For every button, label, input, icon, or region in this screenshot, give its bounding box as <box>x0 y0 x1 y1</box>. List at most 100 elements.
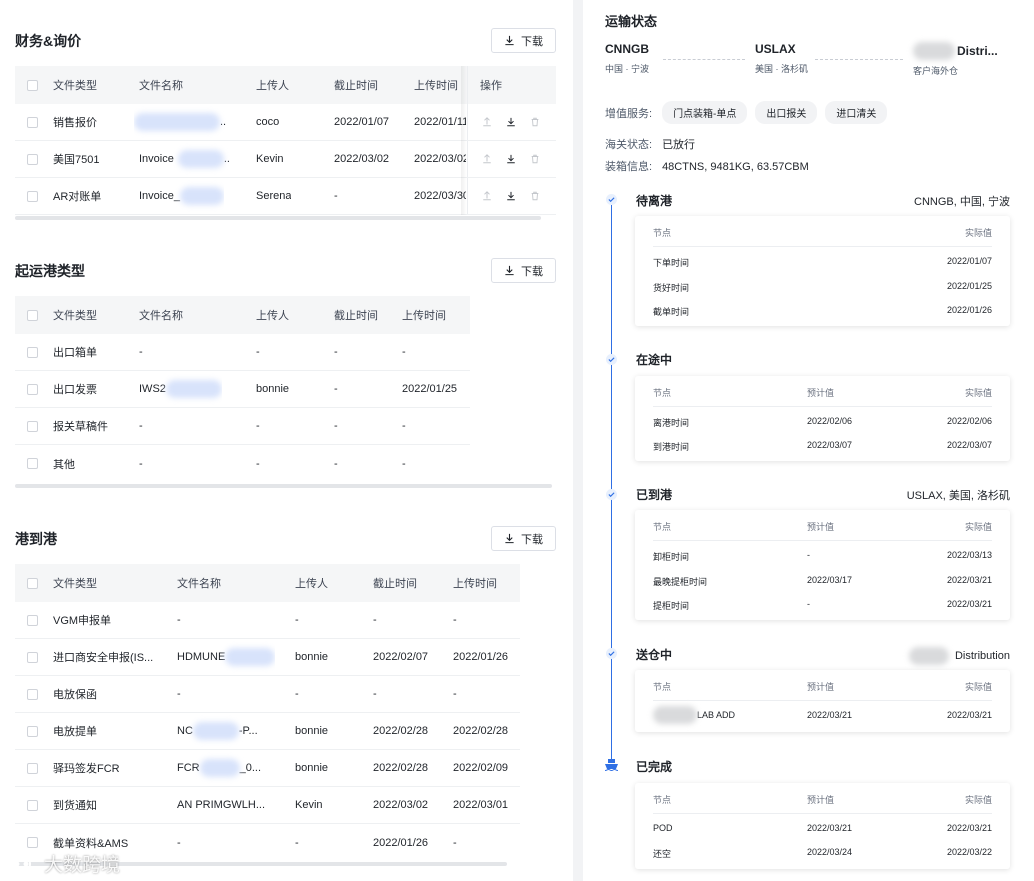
stage-card: 节点 实际值 下单时间 2022/01/07 货好时间 2022/01/25 截单时间… <box>635 216 1010 326</box>
table-row: 出口发票 IWS2 bonnie - 2022/01/25 <box>15 371 470 408</box>
service-tag: 出口报关 <box>755 101 818 124</box>
stage-card: 节点 预计值 实际值 LAB ADD 2022/03/21 2022/03/21 <box>635 670 1010 732</box>
table-row: 进口商安全申报(IS... HDMUNE bonnie 2022/02/07 2… <box>15 639 520 676</box>
stage-name: 在途中 <box>636 353 673 367</box>
file-link[interactable]: AN PRIMGWLH... <box>177 787 265 823</box>
col-header-name: 文件名称 <box>139 80 183 92</box>
row-checkbox[interactable] <box>27 725 38 737</box>
node-row: 下单时间 2022/01/07 <box>653 256 992 268</box>
row-checkbox[interactable] <box>27 346 38 358</box>
node-row: 离港时间 2022/02/06 2022/02/06 <box>653 416 992 428</box>
col-header-deadline: 截止时间 <box>334 80 378 92</box>
row-checkbox[interactable] <box>27 116 38 128</box>
transport-status-panel: 运输状态 CNNGB 中国 · 宁波 USLAX 美国 · 洛杉矶 Distri… <box>583 0 1034 881</box>
stage-name: 送仓中 <box>636 648 673 662</box>
stage-location: Distribution <box>908 647 1010 665</box>
stage-location: CNNGB, 中国, 宁波 <box>914 196 1010 208</box>
row-checkbox[interactable] <box>27 688 38 700</box>
table-row: 电放提单 NC -P... bonnie 2022/02/28 2022/02/2… <box>15 713 520 750</box>
file-link[interactable]: FCR _0... <box>177 750 261 786</box>
section-title-arrival: 港到港 <box>15 531 57 547</box>
download-icon <box>505 35 514 46</box>
arrival-table: 文件类型 文件名称 上传人 截止时间 上传时间 VGM申报单 - - - - 进… <box>15 564 556 870</box>
row-checkbox[interactable] <box>27 651 38 663</box>
node-row: 还空 2022/03/24 2022/03/22 <box>653 847 992 859</box>
row-actions <box>467 104 556 140</box>
finance-download-button[interactable]: 下载 <box>491 28 556 53</box>
destination-port: USLAX 美国 · 洛杉矶 <box>755 42 808 74</box>
delete-icon[interactable] <box>530 191 540 201</box>
service-tag: 门点装箱-单点 <box>662 101 748 124</box>
node-row: 货好时间 2022/01/25 <box>653 281 992 293</box>
download-icon[interactable] <box>506 191 516 201</box>
section-title-origin: 起运港类型 <box>15 263 85 279</box>
table-row: AR对账单 Invoice_ Serena - 2022/03/30 <box>15 178 556 215</box>
col-header-uploaded: 上传时间 <box>414 80 458 92</box>
file-link[interactable]: .. <box>134 104 226 140</box>
table-row: 出口箱单 - - - - <box>15 334 470 371</box>
select-all-checkbox[interactable] <box>27 309 38 321</box>
stage-name: 已完成 <box>636 760 673 774</box>
table-row: VGM申报单 - - - - <box>15 602 520 639</box>
documents-panel: 财务&询价 下载 文件类型 文件名称 上传人 截止时间 上传时间 操作 销售报价… <box>0 0 573 881</box>
upload-icon[interactable] <box>482 117 492 127</box>
node-row: 到港时间 2022/03/07 2022/03/07 <box>653 440 992 452</box>
download-icon <box>505 265 514 276</box>
row-checkbox[interactable] <box>27 153 38 165</box>
row-checkbox[interactable] <box>27 837 38 848</box>
finance-table: 文件类型 文件名称 上传人 截止时间 上传时间 操作 销售报价 .. coco … <box>15 66 556 222</box>
file-link[interactable]: IWS2 <box>139 371 222 407</box>
table-row: 驿玛签发FCR FCR _0... bonnie 2022/02/28 2022/… <box>15 750 520 787</box>
panel-title: 运输状态 <box>605 14 658 29</box>
arrival-download-button[interactable]: 下载 <box>491 526 556 551</box>
table-row: 销售报价 .. coco 2022/01/07 2022/01/11 <box>15 104 556 141</box>
delete-icon[interactable] <box>530 154 540 164</box>
row-checkbox[interactable] <box>27 383 38 395</box>
table-row: 美国7501 Invoice.. Kevin 2022/03/02 2022/0… <box>15 141 556 178</box>
service-tag: 进口清关 <box>825 101 888 124</box>
file-link[interactable]: HDMUNE <box>177 639 276 675</box>
stage-card: 节点 预计值 实际值 离港时间 2022/02/06 2022/02/06 到港时间 20… <box>635 376 1010 461</box>
horizontal-scrollbar[interactable] <box>15 484 552 488</box>
stage-location: USLAX, 美国, 洛杉矶 <box>906 490 1010 502</box>
ship-icon <box>604 758 619 772</box>
horizontal-scrollbar[interactable] <box>15 216 541 220</box>
stage-card: 节点 预计值 实际值 POD 2022/03/21 2022/03/21 还空 2022/… <box>635 783 1010 869</box>
check-icon <box>606 354 617 365</box>
table-row: 电放保函 - - - - <box>15 676 520 713</box>
row-actions <box>467 141 556 177</box>
upload-icon[interactable] <box>482 154 492 164</box>
row-checkbox[interactable] <box>27 420 38 432</box>
watermark-logo-icon <box>11 854 32 873</box>
select-all-checkbox[interactable] <box>27 79 38 91</box>
row-checkbox[interactable] <box>27 614 38 626</box>
check-icon <box>606 648 617 659</box>
origin-port: CNNGB 中国 · 宁波 <box>605 42 649 74</box>
check-icon <box>606 489 617 500</box>
upload-icon[interactable] <box>482 191 492 201</box>
row-checkbox[interactable] <box>27 762 38 774</box>
section-title-finance: 财务&询价 <box>15 33 82 49</box>
row-checkbox[interactable] <box>27 799 38 811</box>
file-link[interactable]: NC -P... <box>177 713 258 749</box>
file-link[interactable]: Invoice.. <box>139 141 230 177</box>
file-link[interactable]: Invoice_ <box>139 178 224 214</box>
final-warehouse: Distri... 客户海外仓 <box>913 42 998 76</box>
node-row: 卸柜时间 -2022/03/13 <box>653 550 992 562</box>
node-row: 截单时间 2022/01/26 <box>653 305 992 317</box>
select-all-checkbox[interactable] <box>27 577 38 589</box>
download-icon[interactable] <box>506 117 516 127</box>
packing-info: 装箱信息: 48CTNS, 9481KG, 63.57CBM <box>605 161 809 173</box>
delete-icon[interactable] <box>530 117 540 127</box>
origin-download-button[interactable]: 下载 <box>491 258 556 283</box>
table-header: 文件类型 文件名称 上传人 截止时间 上传时间 <box>15 296 470 334</box>
row-checkbox[interactable] <box>27 190 38 202</box>
row-checkbox[interactable] <box>27 458 38 469</box>
node-row: POD 2022/03/21 2022/03/21 <box>653 823 992 833</box>
services-row: 增值服务: 门点装箱-单点 出口报关 进口清关 <box>605 101 895 124</box>
table-row: 到货通知 AN PRIMGWLH... Kevin 2022/03/02 202… <box>15 787 520 824</box>
col-header-actions: 操作 <box>467 66 556 104</box>
stage-name: 已到港 <box>636 488 673 502</box>
customs-status: 海关状态: 已放行 <box>605 139 696 151</box>
download-icon[interactable] <box>506 154 516 164</box>
